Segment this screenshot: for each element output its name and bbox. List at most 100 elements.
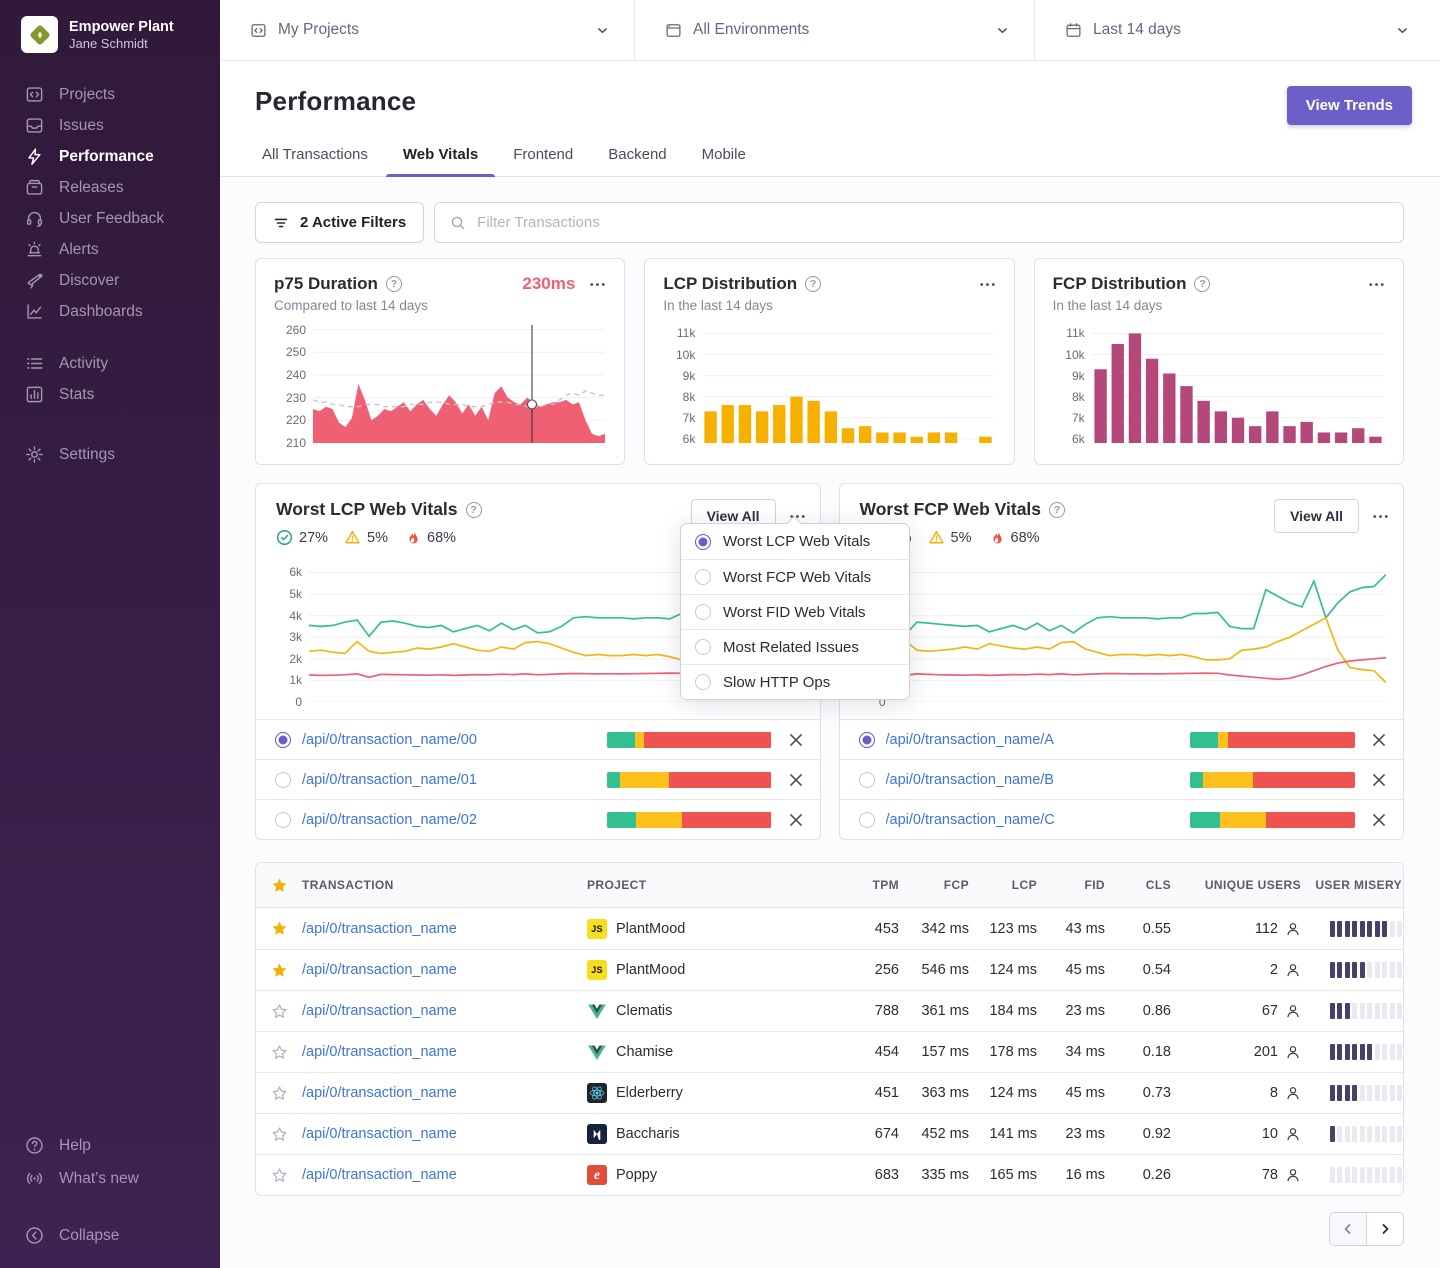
transaction-link[interactable]: /api/0/transaction_name/00: [302, 732, 596, 748]
project-filter-dropdown[interactable]: My Projects: [220, 0, 635, 60]
dropdown-item-worst-fcp-web-vitals[interactable]: Worst FCP Web Vitals: [681, 559, 909, 594]
sidebar-item-discover[interactable]: Discover: [0, 265, 220, 296]
sidebar-item-stats[interactable]: Stats: [0, 379, 220, 410]
sidebar-item-activity[interactable]: Activity: [0, 348, 220, 379]
previous-page-button[interactable]: [1329, 1212, 1367, 1246]
dropdown-item-most-related-issues[interactable]: Most Related Issues: [681, 629, 909, 664]
transaction-link[interactable]: /api/0/transaction_name: [302, 962, 457, 978]
stats-icon: [25, 385, 44, 404]
sidebar-item-settings[interactable]: Settings: [0, 439, 220, 470]
column-header-unique-users[interactable]: UNIQUE USERS: [1171, 878, 1301, 892]
next-page-button[interactable]: [1366, 1212, 1404, 1246]
environment-filter-dropdown[interactable]: All Environments: [635, 0, 1035, 60]
transaction-link[interactable]: /api/0/transaction_name: [302, 1167, 457, 1183]
overflow-menu-icon[interactable]: [1368, 276, 1385, 293]
sidebar-item-user-feedback[interactable]: User Feedback: [0, 203, 220, 234]
view-all-button[interactable]: View All: [1274, 499, 1359, 533]
sidebar-item-issues[interactable]: Issues: [0, 110, 220, 141]
help-icon[interactable]: [1049, 502, 1065, 518]
column-header-user-misery[interactable]: USER MISERY: [1301, 878, 1402, 892]
overflow-menu-icon[interactable]: [1372, 508, 1389, 525]
sidebar-item-performance[interactable]: Performance: [0, 141, 220, 172]
dropdown-item-worst-fid-web-vitals[interactable]: Worst FID Web Vitals: [681, 594, 909, 629]
help-icon[interactable]: [386, 276, 402, 292]
help-icon[interactable]: [466, 502, 482, 518]
sidebar-item-label: Help: [59, 1137, 91, 1155]
column-header-project[interactable]: PROJECT: [587, 878, 827, 892]
close-icon[interactable]: [1370, 811, 1388, 829]
sidebar-item-dashboards[interactable]: Dashboards: [0, 296, 220, 327]
transaction-radio[interactable]: [859, 772, 875, 788]
close-icon[interactable]: [1370, 731, 1388, 749]
overflow-menu-icon[interactable]: [979, 276, 996, 293]
transaction-radio[interactable]: [859, 732, 875, 748]
close-icon[interactable]: [1370, 771, 1388, 789]
project-cell[interactable]: Baccharis: [587, 1124, 827, 1144]
star-toggle[interactable]: [256, 1044, 302, 1061]
fcp-distribution-chart: 11k10k9k8k7k6k: [1053, 325, 1385, 448]
dropdown-item-slow-http-ops[interactable]: Slow HTTP Ops: [681, 664, 909, 699]
help-icon[interactable]: [805, 276, 821, 292]
star-toggle[interactable]: [256, 920, 302, 937]
date-range-dropdown[interactable]: Last 14 days: [1035, 0, 1440, 60]
column-header-lcp[interactable]: LCP: [969, 878, 1037, 892]
tab-web-vitals[interactable]: Web Vitals: [403, 146, 478, 176]
star-toggle[interactable]: [256, 1003, 302, 1020]
project-cell[interactable]: JSPlantMood: [587, 960, 827, 980]
sidebar-item-alerts[interactable]: Alerts: [0, 234, 220, 265]
transaction-link[interactable]: /api/0/transaction_name: [302, 1126, 457, 1142]
close-icon[interactable]: [787, 731, 805, 749]
transaction-link[interactable]: /api/0/transaction_name/B: [886, 772, 1180, 788]
transaction-link[interactable]: /api/0/transaction_name/02: [302, 812, 596, 828]
tab-all-transactions[interactable]: All Transactions: [262, 146, 368, 176]
project-cell[interactable]: Elderberry: [587, 1083, 827, 1103]
transaction-link[interactable]: /api/0/transaction_name/01: [302, 772, 596, 788]
transaction-link[interactable]: /api/0/transaction_name: [302, 1003, 457, 1019]
transaction-search-input[interactable]: [477, 214, 1388, 231]
project-cell[interactable]: Clematis: [587, 1001, 827, 1021]
column-header-tpm[interactable]: TPM: [827, 878, 899, 892]
sidebar-item-what-s-new[interactable]: What’s new: [0, 1162, 220, 1195]
column-header-transaction[interactable]: TRANSACTION: [302, 878, 587, 892]
good-percent: 27%: [299, 530, 328, 546]
close-icon[interactable]: [787, 771, 805, 789]
project-cell[interactable]: ePoppy: [587, 1165, 827, 1185]
warning-icon: [928, 529, 945, 546]
column-header-fid[interactable]: FID: [1037, 878, 1105, 892]
help-icon[interactable]: [1194, 276, 1210, 292]
transaction-link[interactable]: /api/0/transaction_name: [302, 1085, 457, 1101]
transaction-link[interactable]: /api/0/transaction_name/A: [886, 732, 1180, 748]
sidebar-item-projects[interactable]: Projects: [0, 79, 220, 110]
star-toggle[interactable]: [256, 1085, 302, 1102]
chevron-down-icon: [595, 23, 610, 38]
org-switcher[interactable]: Empower Plant Jane Schmidt: [0, 16, 220, 53]
sidebar-item-collapse[interactable]: Collapse: [0, 1219, 220, 1252]
sidebar-item-releases[interactable]: Releases: [0, 172, 220, 203]
transaction-radio[interactable]: [275, 732, 291, 748]
star-toggle[interactable]: [256, 962, 302, 979]
person-icon: [1285, 1044, 1301, 1060]
transaction-radio[interactable]: [275, 772, 291, 788]
y-axis: 11k10k9k8k7k6k: [663, 325, 695, 443]
view-trends-button[interactable]: View Trends: [1287, 86, 1412, 125]
project-cell[interactable]: JSPlantMood: [587, 919, 827, 939]
fcp-value: 546 ms: [899, 962, 969, 978]
star-toggle[interactable]: [256, 1126, 302, 1143]
dropdown-item-worst-lcp-web-vitals[interactable]: Worst LCP Web Vitals: [681, 524, 909, 559]
close-icon[interactable]: [787, 811, 805, 829]
tab-backend[interactable]: Backend: [608, 146, 666, 176]
project-cell[interactable]: Chamise: [587, 1042, 827, 1062]
column-header-fcp[interactable]: FCP: [899, 878, 969, 892]
transaction-link[interactable]: /api/0/transaction_name: [302, 921, 457, 937]
tab-frontend[interactable]: Frontend: [513, 146, 573, 176]
sidebar-item-help[interactable]: Help: [0, 1129, 220, 1162]
transaction-radio[interactable]: [859, 812, 875, 828]
star-toggle[interactable]: [256, 1167, 302, 1184]
column-header-cls[interactable]: CLS: [1105, 878, 1171, 892]
overflow-menu-icon[interactable]: [589, 276, 606, 293]
transaction-radio[interactable]: [275, 812, 291, 828]
active-filters-button[interactable]: 2 Active Filters: [255, 202, 424, 243]
tab-mobile[interactable]: Mobile: [702, 146, 746, 176]
transaction-link[interactable]: /api/0/transaction_name: [302, 1044, 457, 1060]
transaction-link[interactable]: /api/0/transaction_name/C: [886, 812, 1180, 828]
